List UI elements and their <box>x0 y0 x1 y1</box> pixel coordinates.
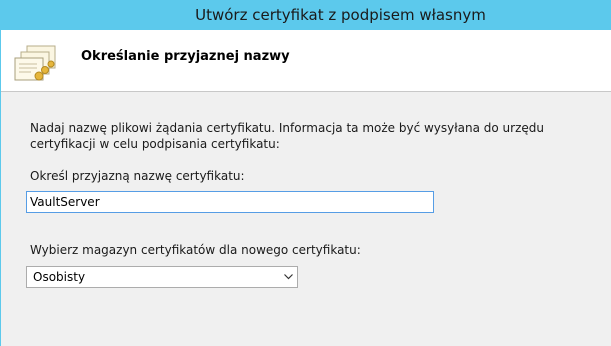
title-bar[interactable]: Utwórz certyfikat z podpisem własnym <box>0 0 611 30</box>
window-title: Utwórz certyfikat z podpisem własnym <box>195 6 486 24</box>
dialog-window: Utwórz certyfikat z podpisem własnym Okr… <box>0 0 611 346</box>
page-title: Określanie przyjaznej nazwy <box>81 49 290 64</box>
description-text: Nadaj nazwę plikowi żądania certyfikatu.… <box>30 121 545 151</box>
friendly-name-input[interactable] <box>26 191 434 213</box>
header-panel: Określanie przyjaznej nazwy <box>1 30 611 92</box>
certificate-store-label: Wybierz magazyn certyfikatów dla nowego … <box>30 243 361 257</box>
friendly-name-label: Określ przyjazną nazwę certyfikatu: <box>30 169 245 183</box>
certificate-icon <box>13 44 57 84</box>
content-panel: Nadaj nazwę plikowi żądania certyfikatu.… <box>1 92 611 346</box>
chevron-down-icon[interactable] <box>279 267 297 287</box>
certificate-store-dropdown[interactable]: Osobisty <box>26 266 298 288</box>
certificate-store-selected: Osobisty <box>33 270 86 284</box>
